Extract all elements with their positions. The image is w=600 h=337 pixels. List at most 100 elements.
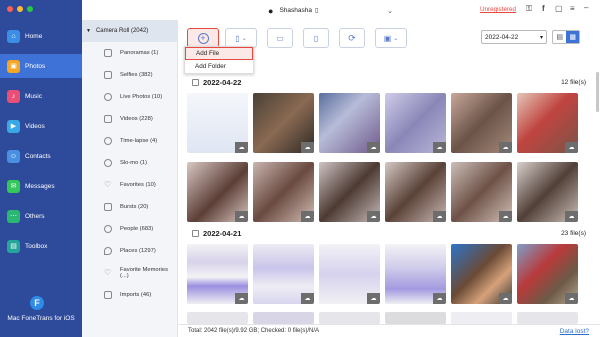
photo-thumbnail[interactable]: ☁ [385, 244, 446, 304]
scrollbar[interactable] [596, 72, 599, 112]
photo-thumbnail[interactable] [253, 312, 314, 324]
photo-thumbnail[interactable] [451, 312, 512, 324]
heart-icon: ♡ [104, 180, 112, 189]
photo-thumbnail[interactable] [319, 312, 380, 324]
photo-thumbnail[interactable] [517, 312, 578, 324]
album-label: People (683) [120, 226, 154, 232]
date-group-header: 2022-04-22 12 file(s) [192, 75, 586, 89]
album-item[interactable]: Videos (228) [82, 110, 178, 128]
group-count: 23 file(s) [561, 229, 586, 237]
nav-item-music[interactable]: ♪ Music [0, 84, 82, 108]
photo-thumbnail[interactable]: ☁ [319, 93, 380, 153]
sync-button[interactable]: ⟳ [339, 28, 365, 48]
slomo-icon [104, 159, 112, 167]
photo-thumbnail[interactable]: ☁ [385, 162, 446, 222]
app-name: Mac FoneTrans for iOS [7, 315, 75, 322]
photo-thumbnail[interactable]: ☁ [253, 162, 314, 222]
nav-item-contacts[interactable]: ☺ Contacts [0, 144, 82, 168]
photo-thumbnail[interactable]: ☁ [451, 162, 512, 222]
group-checkbox[interactable] [192, 78, 199, 86]
add-file-menu-item[interactable]: Add File [185, 47, 253, 60]
others-icon: ⋯ [7, 209, 20, 223]
add-button[interactable]: + [187, 28, 219, 48]
icloud-icon: ☁ [565, 142, 578, 153]
nav-item-photos[interactable]: ▣ Photos [0, 54, 82, 78]
album-item[interactable]: Places (1297) [82, 242, 178, 260]
list-view-icon[interactable]: ▤ [553, 31, 566, 43]
nav-item-messages[interactable]: ✉ Messages [0, 174, 82, 198]
close-window-button[interactable] [7, 6, 13, 12]
album-label: Videos (228) [120, 116, 153, 122]
icloud-icon: ☁ [433, 211, 446, 222]
panorama-icon [104, 49, 112, 57]
album-item[interactable]: People (683) [82, 220, 178, 238]
album-label: Slo-mo (1) [120, 160, 148, 166]
facebook-icon[interactable]: f [542, 4, 545, 13]
album-item[interactable]: Bursts (20) [82, 198, 178, 216]
icloud-icon: ☁ [235, 211, 248, 222]
album-item[interactable]: ♡ Favorite Memories (...) [82, 264, 178, 282]
timelapse-icon [104, 137, 112, 145]
photo-thumbnail[interactable]: ☁ [319, 244, 380, 304]
export-to-device-button[interactable]: ▯ ⌄ [225, 28, 257, 48]
add-menu: Add File Add Folder [184, 46, 254, 74]
photo-thumbnail[interactable]: ☁ [253, 244, 314, 304]
group-checkbox[interactable] [192, 229, 199, 237]
photo-thumbnail[interactable]: ☁ [517, 244, 578, 304]
photo-thumbnail[interactable]: ☁ [319, 162, 380, 222]
album-item[interactable]: Live Photos (10) [82, 88, 178, 106]
icloud-icon: ☁ [301, 211, 314, 222]
grid-view-icon[interactable]: ▦ [566, 31, 579, 43]
unregistered-link[interactable]: Unregistered [480, 6, 516, 13]
icloud-icon: ☁ [565, 211, 578, 222]
album-item[interactable]: ♡ Favorites (10) [82, 176, 178, 194]
chat-icon[interactable]: ▢ [555, 4, 563, 13]
album-item[interactable]: Selfies (382) [82, 66, 178, 84]
album-label: Bursts (20) [120, 204, 149, 210]
nav-item-others[interactable]: ⋯ Others [0, 204, 82, 228]
photo-thumbnail[interactable]: ☁ [451, 244, 512, 304]
photo-thumbnail[interactable]: ☁ [187, 244, 248, 304]
icloud-icon: ☁ [367, 211, 380, 222]
add-folder-menu-item[interactable]: Add Folder [185, 60, 253, 73]
status-bar: Total: 2042 file(s)/9.92 GB; Checked: 0 … [178, 324, 600, 337]
chevron-down-icon: ⌄ [387, 7, 393, 15]
photo-thumbnail[interactable] [187, 312, 248, 324]
photo-thumbnail[interactable]: ☁ [451, 93, 512, 153]
album-label: Selfies (382) [120, 72, 153, 78]
nav-item-home[interactable]: ⌂ Home [0, 24, 82, 48]
phone-icon: ▯ [235, 33, 240, 43]
menu-icon[interactable]: ≡ [570, 4, 575, 13]
plus-circle-icon: + [197, 32, 209, 44]
left-nav: ⌂ Home ▣ Photos ♪ Music ▶ Videos ☺ Conta… [0, 0, 82, 337]
photo-thumbnail[interactable]: ☁ [385, 93, 446, 153]
zoom-window-button[interactable] [27, 6, 33, 12]
album-item[interactable]: Time-lapse (4) [82, 132, 178, 150]
date-filter-select[interactable]: 2022-04-22 ▾ [481, 30, 547, 44]
photo-thumbnail[interactable]: ☁ [517, 93, 578, 153]
minimize-icon[interactable]: – [584, 3, 588, 12]
camera-roll-header[interactable]: ▼ Camera Roll (2042) [82, 20, 178, 42]
minimize-window-button[interactable] [17, 6, 23, 12]
messages-icon: ✉ [7, 179, 20, 193]
photo-thumbnail[interactable] [385, 312, 446, 324]
nav-item-label: Others [25, 212, 45, 220]
album-item[interactable]: Slo-mo (1) [82, 154, 178, 172]
album-item[interactable]: Panoramas (1) [82, 44, 178, 62]
nav-item-toolbox[interactable]: ▤ Toolbox [0, 234, 82, 258]
key-icon[interactable]: ⚿ [526, 4, 532, 14]
export-to-pc-button[interactable]: ▭ [267, 28, 293, 48]
photo-thumbnail[interactable]: ☁ [517, 162, 578, 222]
data-lost-link[interactable]: Data lost? [560, 328, 589, 335]
album-item[interactable]: Imports (46) [82, 286, 178, 304]
nav-item-videos[interactable]: ▶ Videos [0, 114, 82, 138]
nav-item-label: Toolbox [25, 242, 48, 250]
photo-thumbnail[interactable]: ☁ [187, 93, 248, 153]
heart-icon: ♡ [104, 268, 112, 277]
photo-thumbnail[interactable]: ☁ [253, 93, 314, 153]
date-filter-value: 2022-04-22 [485, 33, 519, 41]
photo-thumbnail[interactable]: ☁ [187, 162, 248, 222]
phone-to-phone-button[interactable]: ▯ [303, 28, 329, 48]
toolbox-button[interactable]: ▣ ⌄ [375, 28, 407, 48]
device-selector[interactable]: ● Shashasha ▯ ⌄ [268, 5, 393, 16]
